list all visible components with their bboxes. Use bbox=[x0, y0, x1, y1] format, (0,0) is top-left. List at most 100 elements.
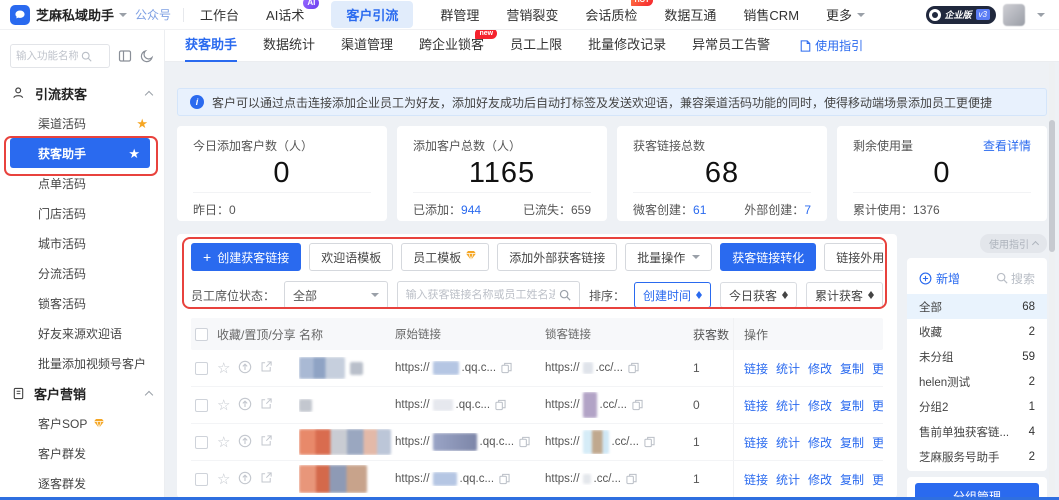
collapse-panel-icon[interactable] bbox=[118, 49, 132, 63]
sidebar-item-customer-broadcast[interactable]: 客户群发 bbox=[0, 438, 164, 468]
action-link[interactable]: 链接 bbox=[744, 434, 768, 451]
action-copy[interactable]: 复制 bbox=[840, 360, 864, 377]
favorite-star-icon[interactable]: ★ bbox=[128, 147, 140, 160]
sidebar-item-lock-qr[interactable]: 锁客活码 bbox=[0, 288, 164, 318]
action-edit[interactable]: 修改 bbox=[808, 360, 832, 377]
favorite-star-icon[interactable]: ☆ bbox=[217, 435, 230, 450]
plan-badge[interactable]: 企业版 v3 bbox=[926, 6, 996, 24]
add-external-link-button[interactable]: 添加外部获客链接 bbox=[497, 243, 617, 271]
row-checkbox[interactable] bbox=[195, 436, 208, 449]
sort-by-total-acquired[interactable]: 累计获客 bbox=[806, 282, 883, 308]
create-link-button[interactable]: +创建获客链接 bbox=[191, 243, 301, 271]
action-stats[interactable]: 统计 bbox=[776, 397, 800, 414]
sort-by-today-acquired[interactable]: 今日获客 bbox=[720, 282, 797, 308]
account-tag[interactable]: 公众号 bbox=[135, 6, 171, 23]
nav-marketing-fission[interactable]: 营销裂变 bbox=[506, 5, 558, 24]
tab-acquisition-assistant[interactable]: 获客助手 bbox=[185, 30, 237, 62]
copy-icon[interactable] bbox=[495, 399, 506, 411]
theme-moon-icon[interactable] bbox=[140, 49, 154, 63]
nav-sales-crm[interactable]: 销售CRM bbox=[743, 5, 799, 24]
action-link[interactable]: 链接 bbox=[744, 360, 768, 377]
usage-guide-link[interactable]: 使用指引 bbox=[800, 37, 863, 54]
favorite-star-icon[interactable]: ☆ bbox=[217, 361, 230, 376]
pin-top-icon[interactable] bbox=[238, 434, 252, 451]
sidebar-item-customer-sop[interactable]: 客户SOP bbox=[0, 408, 164, 438]
group-item-sesame-assistant[interactable]: 芝麻服务号助手2 bbox=[907, 444, 1047, 469]
tab-batch-edit-log[interactable]: 批量修改记录 bbox=[588, 30, 666, 62]
sidebar-item-split-qr[interactable]: 分流活码 bbox=[0, 258, 164, 288]
avatar-chevron-down-icon[interactable] bbox=[1037, 13, 1045, 21]
action-link[interactable]: 链接 bbox=[744, 397, 768, 414]
row-checkbox[interactable] bbox=[195, 362, 208, 375]
nav-customer-acquisition[interactable]: 客户引流 bbox=[331, 1, 413, 28]
sort-by-created-time[interactable]: 创建时间 bbox=[634, 282, 711, 308]
link-search-input[interactable] bbox=[406, 289, 555, 301]
favorite-star-icon[interactable]: ☆ bbox=[217, 398, 230, 413]
sidebar-item-acquisition-assistant[interactable]: 获客助手★ bbox=[10, 138, 150, 168]
action-more[interactable]: 更多 bbox=[872, 471, 883, 488]
tab-channel-management[interactable]: 渠道管理 bbox=[341, 30, 393, 62]
copy-icon[interactable] bbox=[632, 399, 643, 411]
action-more[interactable]: 更多 bbox=[872, 434, 883, 451]
action-edit[interactable]: 修改 bbox=[808, 397, 832, 414]
tab-cross-enterprise-lock[interactable]: 跨企业锁客new bbox=[419, 30, 484, 62]
group-item-all[interactable]: 全部68 bbox=[907, 294, 1047, 319]
page-scrollbar[interactable] bbox=[1049, 62, 1055, 495]
sidebar-section-marketing[interactable]: 客户营销 bbox=[0, 378, 164, 408]
row-checkbox[interactable] bbox=[195, 473, 208, 486]
group-item-ungrouped[interactable]: 未分组59 bbox=[907, 344, 1047, 369]
tab-staff-limit[interactable]: 员工上限 bbox=[510, 30, 562, 62]
brand-chevron-down-icon[interactable] bbox=[119, 13, 127, 21]
nav-data-interchange[interactable]: 数据互通 bbox=[664, 5, 716, 24]
group-item-group2[interactable]: 分组21 bbox=[907, 394, 1047, 419]
share-external-icon[interactable] bbox=[260, 471, 273, 487]
copy-icon[interactable] bbox=[519, 436, 530, 448]
sidebar-item-friend-welcome[interactable]: 好友来源欢迎语 bbox=[0, 318, 164, 348]
action-copy[interactable]: 复制 bbox=[840, 434, 864, 451]
link-conversion-button[interactable]: 获客链接转化 bbox=[720, 243, 816, 271]
staff-template-button[interactable]: 员工模板 bbox=[401, 243, 489, 271]
sidebar-item-video-batch[interactable]: 批量添加视频号客户 bbox=[0, 348, 164, 378]
copy-icon[interactable] bbox=[499, 473, 510, 485]
copy-icon[interactable] bbox=[628, 362, 639, 374]
sidebar-item-chase-broadcast[interactable]: 逐客群发 bbox=[0, 468, 164, 498]
collapse-hint-pill[interactable]: 使用指引 bbox=[980, 234, 1047, 253]
action-copy[interactable]: 复制 bbox=[840, 397, 864, 414]
sidebar-item-city-qr[interactable]: 城市活码 bbox=[0, 228, 164, 258]
sidebar-item-store-qr[interactable]: 门店活码 bbox=[0, 198, 164, 228]
copy-icon[interactable] bbox=[626, 473, 637, 485]
tab-abnormal-staff-alert[interactable]: 异常员工告警 bbox=[692, 30, 770, 62]
seat-status-select[interactable]: 全部 bbox=[284, 281, 388, 309]
view-details-link[interactable]: 查看详情 bbox=[983, 137, 1031, 154]
nav-ai-script[interactable]: AI话术AI bbox=[266, 5, 304, 24]
pin-top-icon[interactable] bbox=[238, 397, 252, 414]
favorite-star-icon[interactable]: ☆ bbox=[217, 472, 230, 487]
pin-top-icon[interactable] bbox=[238, 360, 252, 377]
sidebar-item-channel-qr[interactable]: 渠道活码★ bbox=[0, 108, 164, 138]
group-item-helen-test[interactable]: helen测试2 bbox=[907, 369, 1047, 394]
select-all-checkbox[interactable] bbox=[195, 328, 208, 341]
welcome-template-button[interactable]: 欢迎语模板 bbox=[309, 243, 393, 271]
share-external-icon[interactable] bbox=[260, 397, 273, 413]
tab-data-statistics[interactable]: 数据统计 bbox=[263, 30, 315, 62]
sidebar-search-input[interactable] bbox=[16, 50, 78, 62]
share-external-icon[interactable] bbox=[260, 360, 273, 376]
nav-workbench[interactable]: 工作台 bbox=[200, 5, 239, 24]
copy-icon[interactable] bbox=[644, 436, 655, 448]
group-item-favorites[interactable]: 收藏2 bbox=[907, 319, 1047, 344]
action-edit[interactable]: 修改 bbox=[808, 471, 832, 488]
add-group-button[interactable]: 新增 bbox=[919, 270, 960, 287]
action-copy[interactable]: 复制 bbox=[840, 471, 864, 488]
group-search-button[interactable]: 搜索 bbox=[996, 270, 1035, 287]
user-avatar[interactable] bbox=[1003, 4, 1025, 26]
action-stats[interactable]: 统计 bbox=[776, 471, 800, 488]
batch-actions-button[interactable]: 批量操作 bbox=[625, 243, 712, 271]
copy-icon[interactable] bbox=[501, 362, 512, 374]
link-search[interactable] bbox=[397, 281, 580, 309]
action-stats[interactable]: 统计 bbox=[776, 434, 800, 451]
action-edit[interactable]: 修改 bbox=[808, 434, 832, 451]
row-checkbox[interactable] bbox=[195, 399, 208, 412]
scrollbar-thumb[interactable] bbox=[1049, 120, 1055, 252]
sidebar-section-acquisition[interactable]: 引流获客 bbox=[0, 78, 164, 108]
action-more[interactable]: 更多 bbox=[872, 397, 883, 414]
